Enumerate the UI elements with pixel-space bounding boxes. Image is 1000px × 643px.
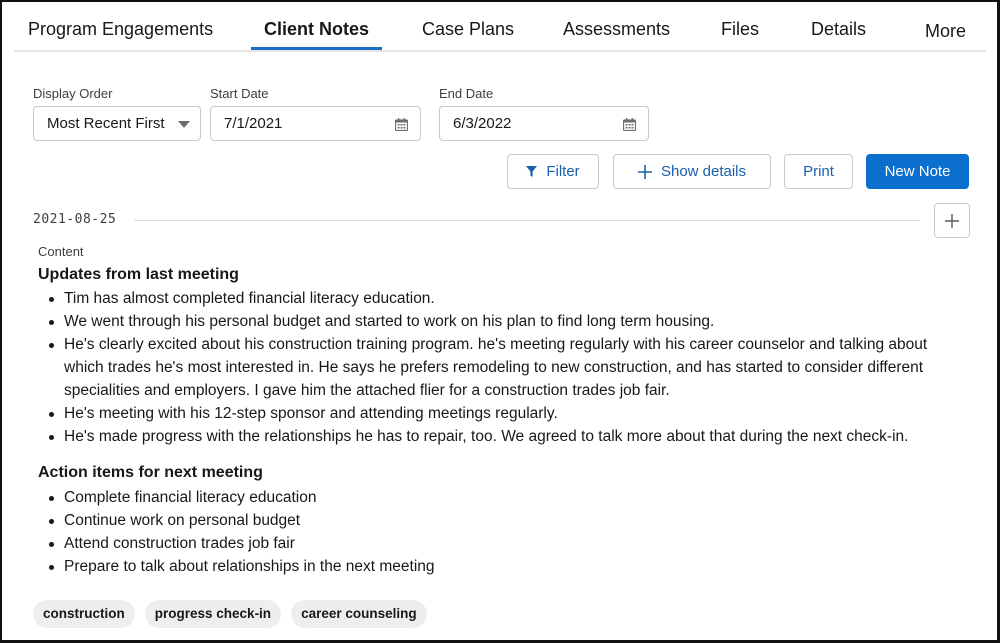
tab-files[interactable]: Files (721, 19, 759, 40)
list-item: He's clearly excited about his construct… (46, 333, 946, 402)
display-order-value: Most Recent First (47, 115, 165, 132)
print-label: Print (803, 163, 834, 180)
tab-more[interactable]: More (925, 21, 966, 42)
new-note-label: New Note (884, 163, 951, 180)
content-label: Content (38, 244, 84, 259)
tab-bar: Program Engagements Client Notes Case Pl… (14, 10, 986, 52)
tag-career-counseling[interactable]: career counseling (291, 600, 427, 628)
tab-details[interactable]: Details (811, 19, 866, 40)
plus-icon (637, 164, 652, 179)
calendar-icon[interactable] (395, 118, 408, 131)
filter-label: Filter (546, 163, 580, 180)
divider (134, 220, 920, 221)
section-title-updates: Updates from last meeting (38, 266, 239, 283)
list-item: Tim has almost completed financial liter… (46, 287, 946, 310)
tag-list: construction progress check-in career co… (33, 600, 427, 628)
print-button[interactable]: Print (784, 154, 853, 189)
start-date-value: 7/1/2021 (224, 115, 283, 132)
tag-progress-check-in[interactable]: progress check-in (144, 600, 282, 628)
list-item: He's meeting with his 12-step sponsor an… (46, 402, 946, 425)
note-date: 2021-08-25 (33, 212, 117, 227)
calendar-icon[interactable] (623, 118, 636, 131)
list-item: Prepare to talk about relationships in t… (46, 555, 946, 578)
end-date-value: 6/3/2022 (453, 115, 512, 132)
tab-assessments[interactable]: Assessments (563, 19, 670, 40)
plus-icon (945, 214, 959, 228)
filter-icon (526, 166, 538, 177)
tab-program-engagements[interactable]: Program Engagements (28, 19, 213, 40)
updates-list: Tim has almost completed financial liter… (46, 287, 946, 448)
end-date-input[interactable]: 6/3/2022 (439, 106, 649, 141)
start-date-label: Start Date (210, 86, 269, 101)
show-details-button[interactable]: Show details (613, 154, 771, 189)
show-details-label: Show details (660, 163, 747, 180)
expand-note-button[interactable] (934, 203, 970, 238)
action-items-list: Complete financial literacy education Co… (46, 486, 946, 578)
chevron-down-icon (178, 121, 190, 128)
list-item: Attend construction trades job fair (46, 532, 946, 555)
new-note-button[interactable]: New Note (866, 154, 969, 189)
tab-client-notes[interactable]: Client Notes (264, 19, 369, 40)
active-tab-indicator (251, 47, 382, 50)
tag-construction[interactable]: construction (33, 600, 135, 628)
list-item: He's made progress with the relationship… (46, 425, 946, 448)
section-title-action-items: Action items for next meeting (38, 464, 263, 481)
start-date-input[interactable]: 7/1/2021 (210, 106, 421, 141)
list-item: Continue work on personal budget (46, 509, 946, 532)
filter-button[interactable]: Filter (507, 154, 599, 189)
list-item: Complete financial literacy education (46, 486, 946, 509)
end-date-label: End Date (439, 86, 494, 101)
display-order-label: Display Order (33, 86, 113, 101)
display-order-select[interactable]: Most Recent First (33, 106, 201, 141)
tab-case-plans[interactable]: Case Plans (422, 19, 514, 40)
list-item: We went through his personal budget and … (46, 310, 946, 333)
